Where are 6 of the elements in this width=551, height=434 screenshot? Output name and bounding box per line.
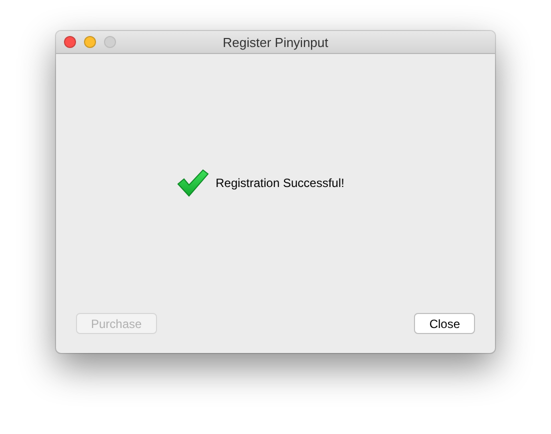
status-message: Registration Successful! [216, 176, 344, 190]
close-window-button[interactable] [64, 36, 76, 48]
checkmark-icon [176, 169, 209, 197]
minimize-window-button[interactable] [84, 36, 96, 48]
dialog-button[interactable]: Close [414, 313, 475, 334]
window-title: Register Pinyinput [222, 34, 328, 50]
